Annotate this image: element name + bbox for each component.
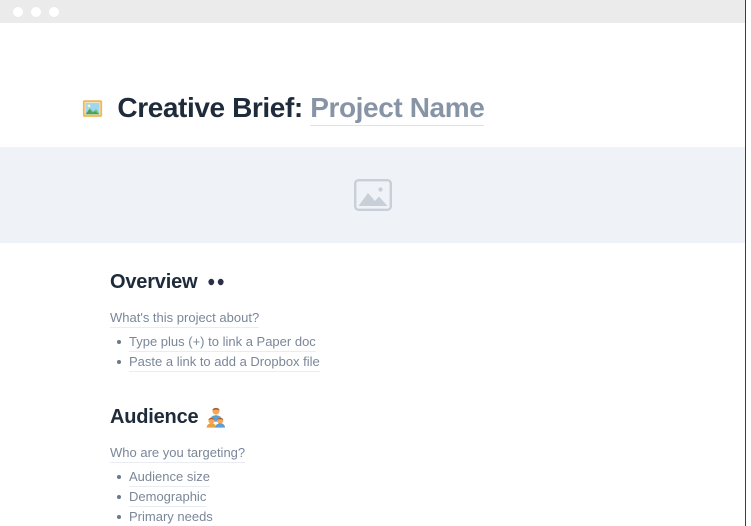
- section-overview-prompt[interactable]: What's this project about?: [110, 308, 259, 328]
- window-titlebar: [0, 0, 745, 23]
- app-window: Creative Brief: Project Name Overview: [0, 0, 746, 526]
- family-icon: [206, 407, 226, 428]
- document-body: Creative Brief: Project Name Overview: [0, 23, 745, 526]
- page-title[interactable]: Creative Brief: Project Name: [0, 23, 745, 125]
- section-audience-heading[interactable]: Audience: [110, 406, 745, 429]
- section-audience-title: Audience: [110, 406, 198, 429]
- section-overview-list: Type plus (+) to link a Paper doc Paste …: [110, 332, 745, 372]
- document-content: Overview What's this project about? Type…: [0, 243, 745, 526]
- list-item[interactable]: Demographic: [129, 487, 745, 507]
- image-placeholder-icon[interactable]: [354, 179, 392, 211]
- close-dot-icon[interactable]: [13, 7, 23, 17]
- section-audience-prompt[interactable]: Who are you targeting?: [110, 443, 245, 463]
- eyes-icon: [205, 275, 227, 289]
- section-audience-list: Audience size Demographic Primary needs: [110, 467, 745, 526]
- list-item-text: Audience size: [129, 467, 210, 487]
- document-banner[interactable]: [0, 147, 745, 243]
- list-item-text: Demographic: [129, 487, 206, 507]
- page-title-prefix: Creative Brief:: [117, 92, 302, 123]
- list-item[interactable]: Type plus (+) to link a Paper doc: [129, 332, 745, 352]
- section-overview-heading[interactable]: Overview: [110, 271, 745, 294]
- list-item-text: Primary needs: [129, 507, 213, 526]
- maximize-dot-icon[interactable]: [49, 7, 59, 17]
- minimize-dot-icon[interactable]: [31, 7, 41, 17]
- page-title-placeholder[interactable]: Project Name: [310, 92, 484, 126]
- framed-picture-icon: [82, 98, 103, 119]
- list-item[interactable]: Paste a link to add a Dropbox file: [129, 352, 745, 372]
- list-item[interactable]: Primary needs: [129, 507, 745, 526]
- list-item-text: Type plus (+) to link a Paper doc: [129, 332, 316, 352]
- section-audience: Audience Who are you targeting?: [110, 372, 745, 526]
- list-item[interactable]: Audience size: [129, 467, 745, 487]
- section-overview-title: Overview: [110, 271, 197, 294]
- list-item-text: Paste a link to add a Dropbox file: [129, 352, 320, 372]
- section-overview: Overview What's this project about? Type…: [110, 243, 745, 372]
